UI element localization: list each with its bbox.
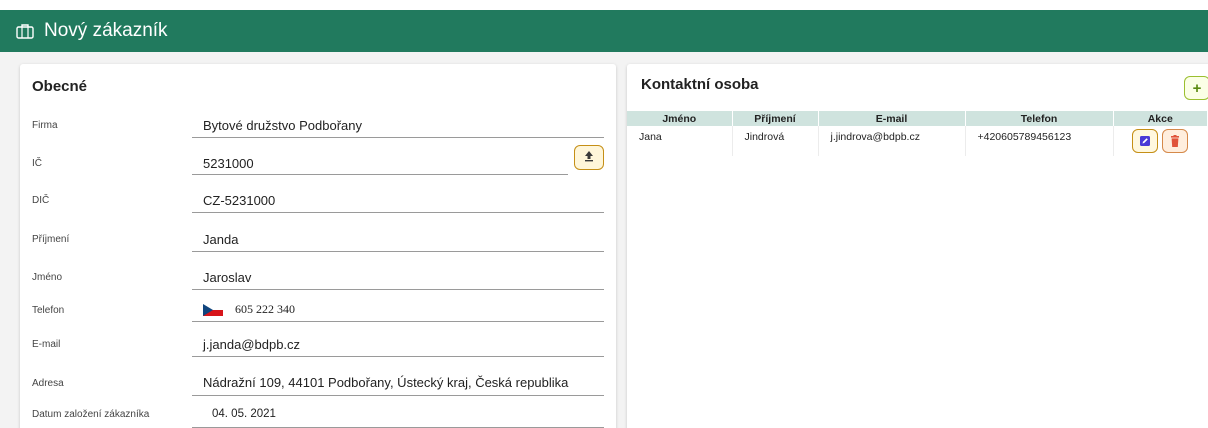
field-underline — [192, 251, 604, 252]
field-label: Příjmení — [32, 234, 70, 245]
field-label: Datum založení zákazníka — [32, 409, 150, 420]
phone-input[interactable]: 605 222 340 — [203, 302, 295, 317]
contacts-table: Jméno Příjmení E-mail Telefon Akce Jana … — [627, 111, 1207, 156]
field-underline — [192, 174, 568, 175]
field-ico: IČ 5231000 — [20, 144, 616, 182]
contacts-title: Kontaktní osoba — [641, 76, 759, 93]
field-created-date: Datum založení zákazníka 04. 05. 2021 — [20, 405, 616, 428]
field-underline — [192, 356, 604, 357]
field-label: E-mail — [32, 339, 61, 350]
column-header[interactable]: Příjmení — [731, 111, 818, 126]
column-header[interactable]: Telefon — [964, 111, 1113, 126]
field-label: Firma — [32, 120, 58, 131]
ares-lookup-button[interactable] — [574, 145, 604, 170]
field-label: Jméno — [32, 272, 63, 283]
cell-last-name: Jindrová — [731, 126, 818, 156]
column-header[interactable]: E-mail — [817, 111, 965, 126]
contacts-card: Kontaktní osoba + Jméno Příjmení E-mail … — [627, 64, 1208, 428]
field-label: DIČ — [32, 195, 50, 206]
field-firstname: Jméno Jaroslav — [20, 263, 616, 301]
phone-number: 605 222 340 — [235, 302, 295, 316]
field-label: Telefon — [32, 305, 65, 316]
cell-first-name: Jana — [639, 131, 662, 143]
field-underline — [192, 289, 604, 290]
table-header-row: Jméno Příjmení E-mail Telefon Akce — [627, 111, 1207, 126]
email-input[interactable]: j.janda@bdpb.cz — [203, 337, 300, 352]
field-surname: Příjmení Janda — [20, 225, 616, 263]
field-underline — [192, 395, 604, 396]
address-input[interactable]: Nádražní 109, 44101 Podbořany, Ústecký k… — [203, 375, 568, 390]
briefcase-icon — [16, 21, 36, 41]
column-header: Akce — [1112, 111, 1207, 126]
trash-icon — [1171, 134, 1180, 147]
created-date-input[interactable]: 04. 05. 2021 — [212, 408, 276, 420]
surname-input[interactable]: Janda — [203, 232, 238, 247]
field-label: IČ — [32, 158, 42, 169]
ico-input[interactable]: 5231000 — [203, 156, 254, 171]
upload-icon — [583, 149, 595, 167]
page-header: Nový zákazník — [0, 10, 1208, 52]
general-title: Obecné — [32, 78, 88, 95]
cell-actions — [1112, 126, 1207, 156]
page-title: Nový zákazník — [44, 20, 168, 41]
general-card: Obecné Firma Bytové družstvo Podbořany I… — [20, 64, 616, 428]
field-underline — [192, 212, 604, 213]
field-company: Firma Bytové družstvo Podbořany — [20, 109, 616, 147]
edit-icon — [1140, 136, 1151, 146]
plus-icon: + — [1192, 79, 1202, 97]
column-header[interactable]: Jméno — [627, 111, 732, 126]
dic-input[interactable]: CZ-5231000 — [203, 193, 275, 208]
delete-contact-button[interactable] — [1162, 129, 1189, 153]
field-address: Adresa Nádražní 109, 44101 Podbořany, Ús… — [20, 369, 616, 407]
firstname-input[interactable]: Jaroslav — [203, 270, 251, 285]
cell-email: j.jindrova@bdpb.cz — [817, 126, 965, 156]
field-label: Adresa — [32, 378, 64, 389]
edit-contact-button[interactable] — [1132, 129, 1159, 153]
field-email: E-mail j.janda@bdpb.cz — [20, 330, 616, 368]
field-underline — [192, 137, 604, 138]
add-contact-button[interactable]: + — [1184, 76, 1208, 100]
field-underline — [192, 321, 604, 322]
field-dic: DIČ CZ-5231000 — [20, 186, 616, 224]
cell-phone: +420605789456123 — [964, 126, 1113, 156]
table-row[interactable]: Jana Jindrová j.jindrova@bdpb.cz +420605… — [627, 126, 1207, 156]
company-input[interactable]: Bytové družstvo Podbořany — [203, 118, 362, 133]
czech-flag-icon[interactable] — [203, 304, 223, 317]
